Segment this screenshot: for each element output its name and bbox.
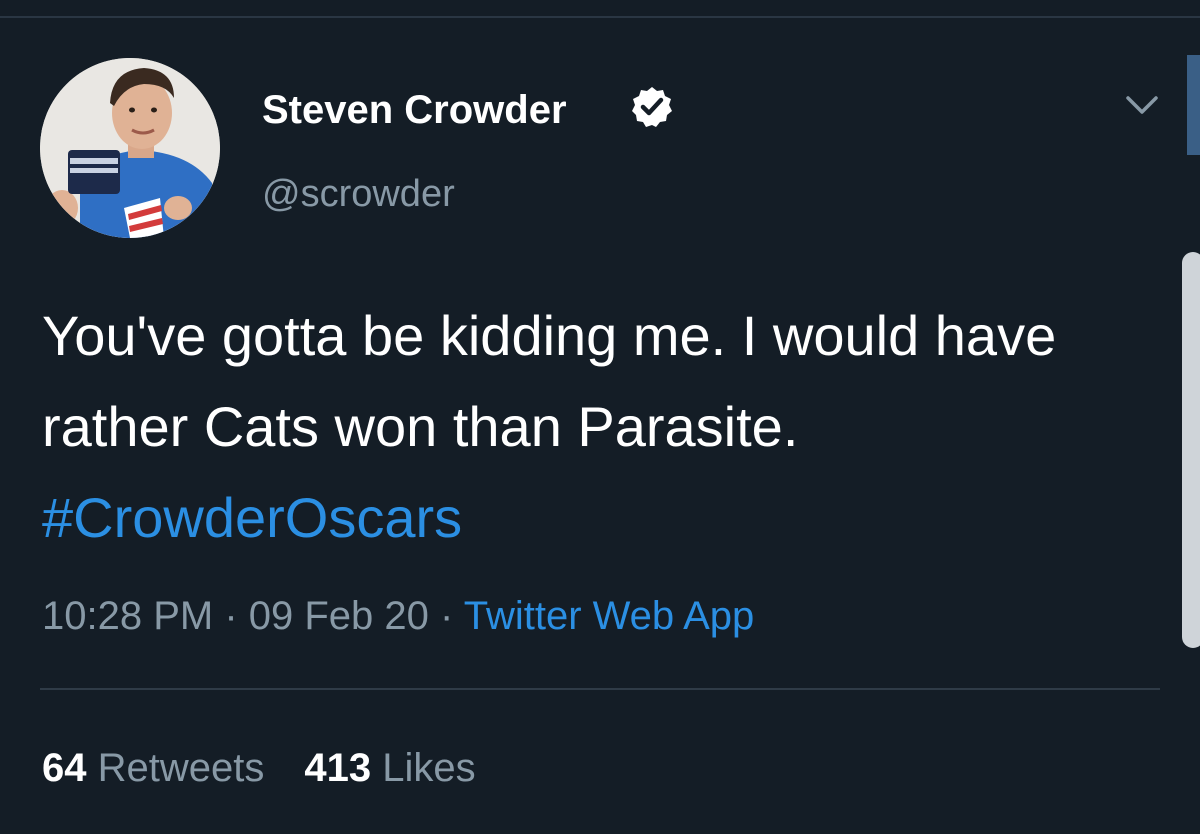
tweet-source-link[interactable]: Twitter Web App — [464, 594, 755, 638]
tweet-stats: 64 Retweets 413 Likes — [42, 742, 476, 794]
tweet-meta: 10:28 PM · 09 Feb 20 · Twitter Web App — [42, 590, 754, 642]
scroll-accent — [1187, 55, 1200, 155]
scrollbar[interactable] — [1182, 252, 1200, 648]
retweets-label: Retweets — [97, 746, 265, 790]
tweet-time[interactable]: 10:28 PM — [42, 594, 213, 638]
chevron-down-icon[interactable] — [1120, 88, 1164, 124]
top-divider — [0, 16, 1200, 18]
author-handle[interactable]: @scrowder — [262, 170, 455, 218]
meta-separator: · — [428, 594, 464, 638]
tweet-detail-screen: Steven Crowder @scrowder You've gotta be… — [0, 0, 1200, 834]
likes-label: Likes — [382, 746, 476, 790]
avatar-image — [40, 58, 220, 238]
tweet-text: You've gotta be kidding me. I would have… — [42, 290, 1152, 563]
avatar[interactable] — [40, 58, 220, 238]
author-display-name[interactable]: Steven Crowder — [262, 84, 567, 136]
retweets-count: 64 — [42, 746, 87, 790]
likes-stat[interactable]: 413 Likes — [304, 746, 475, 790]
hashtag-link[interactable]: #CrowderOscars — [42, 486, 462, 549]
stats-divider — [40, 688, 1160, 690]
likes-count: 413 — [304, 746, 372, 790]
verified-badge-icon — [632, 87, 672, 127]
tweet-date[interactable]: 09 Feb 20 — [249, 594, 429, 638]
tweet-body: You've gotta be kidding me. I would have… — [42, 304, 1057, 458]
retweets-stat[interactable]: 64 Retweets — [42, 746, 264, 790]
meta-separator: · — [213, 594, 249, 638]
